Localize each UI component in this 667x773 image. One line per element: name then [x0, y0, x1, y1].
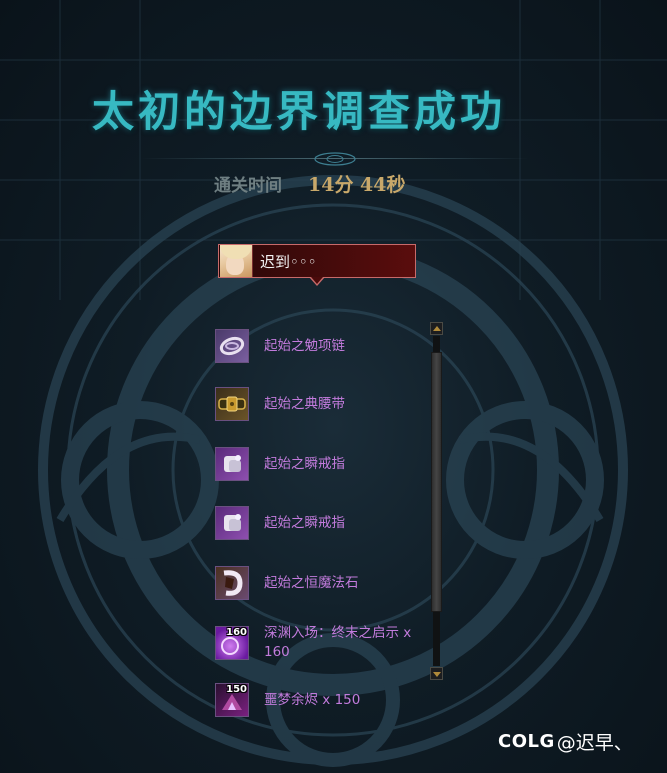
list-item[interactable]: 起始之瞬戒指 [215, 444, 424, 484]
scroll-up-button[interactable] [430, 322, 443, 335]
loot-name: 噩梦余烬 x 150 [264, 691, 361, 708]
avatar [220, 245, 253, 277]
list-item[interactable]: 起始之勉项链 [215, 326, 424, 366]
magic-stone-icon [215, 566, 249, 600]
loot-name: 深渊入场：终末之启示 x 160 [264, 625, 412, 660]
player-name: 迟到◦◦◦ [260, 252, 317, 271]
scroll-down-button[interactable] [430, 667, 443, 680]
list-item[interactable]: 起始之恒魔法石 [215, 563, 424, 603]
list-item[interactable]: 150 噩梦余烬 x 150 [215, 680, 424, 720]
item-count: 150 [226, 684, 247, 695]
necklace-icon [215, 329, 249, 363]
watermark-user: @迟早、 [556, 732, 633, 754]
loot-list: 起始之勉项链 起始之典腰带 起始之瞬戒指 起始之瞬戒指 起始之恒魔法石 160 … [215, 318, 430, 718]
scroll-thumb[interactable] [431, 352, 442, 612]
colg-logo: COLG [498, 731, 555, 752]
nightmare-ember-icon: 150 [215, 683, 249, 717]
player-nameplate[interactable]: 迟到◦◦◦ [218, 244, 416, 278]
clear-time-row: 通关时间 14分 44秒 [214, 170, 406, 200]
list-item[interactable]: 起始之典腰带 [215, 384, 424, 424]
divider-ornament-icon [314, 152, 356, 166]
page-title: 太初的边界调查成功 [92, 87, 507, 136]
item-count: 160 [226, 627, 247, 638]
list-item[interactable]: 起始之瞬戒指 [215, 503, 424, 543]
belt-icon [215, 387, 249, 421]
loot-scrollbar[interactable] [430, 322, 444, 680]
clear-time-label: 通关时间 [214, 176, 282, 196]
watermark: COLG @迟早、 [498, 728, 633, 755]
loot-name: 起始之典腰带 [264, 395, 345, 412]
arrow-up-icon [433, 326, 441, 331]
nameplate-pointer-inner [311, 277, 323, 284]
abyss-ticket-icon: 160 [215, 626, 249, 660]
loot-name: 起始之恒魔法石 [264, 574, 359, 591]
loot-name: 起始之瞬戒指 [264, 455, 345, 472]
clear-time-value: 14分 44秒 [308, 174, 406, 196]
list-item[interactable]: 160 深渊入场：终末之启示 x 160 [215, 621, 424, 665]
arrow-down-icon [433, 672, 441, 677]
loot-name: 起始之瞬戒指 [264, 514, 345, 531]
ring-icon [215, 447, 249, 481]
loot-name: 起始之勉项链 [264, 337, 345, 354]
ring-icon [215, 506, 249, 540]
